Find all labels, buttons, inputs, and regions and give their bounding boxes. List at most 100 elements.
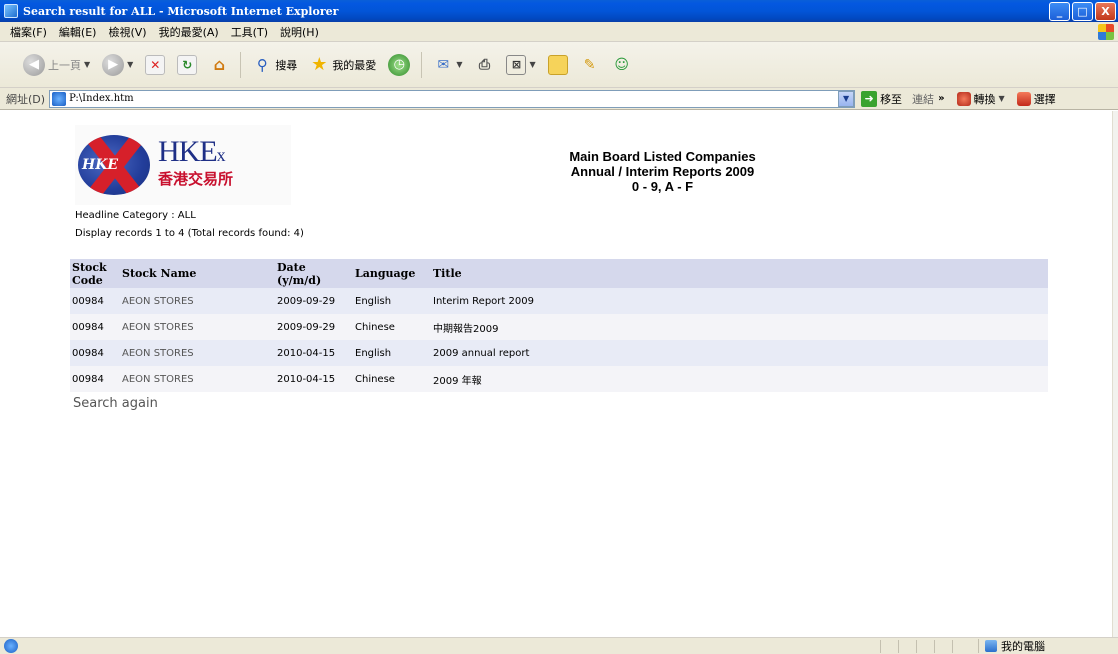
star-icon: ★	[311, 54, 328, 75]
header-language: Language	[353, 259, 431, 288]
maximize-button[interactable]: □	[1072, 1, 1093, 21]
address-dropdown-button[interactable]: ▼	[838, 90, 855, 107]
menu-tools[interactable]: 工具(T)	[231, 24, 268, 40]
search-button[interactable]: ⚲ 搜尋	[249, 50, 300, 80]
cell-stock-code: 00984	[70, 366, 120, 392]
convert-label: 轉換	[973, 92, 996, 106]
home-icon: ⌂	[213, 55, 226, 74]
convert-button[interactable]: 轉換 ▼	[956, 91, 1005, 107]
menu-bar: 檔案(F) 編輯(E) 檢視(V) 我的最愛(A) 工具(T) 說明(H)	[0, 22, 1118, 42]
security-zone: 我的電腦	[978, 639, 1045, 653]
windows-logo-icon	[1098, 24, 1114, 40]
display-records: Display records 1 to 4 (Total records fo…	[75, 228, 304, 239]
table-row: 00984 AEON STORES 2010-04-15 Chinese 200…	[70, 366, 1048, 392]
stop-button[interactable]: ✕	[142, 50, 168, 80]
menu-help[interactable]: 說明(H)	[280, 24, 319, 40]
cell-date: 2009-09-29	[275, 314, 353, 340]
research-button[interactable]: ✎	[577, 50, 603, 80]
stop-icon: ✕	[145, 54, 166, 75]
header-stock-code: Stock Code	[70, 259, 120, 288]
title-bar: Search result for ALL - Microsoft Intern…	[0, 0, 1118, 22]
cell-title-link[interactable]: 2009 年報	[431, 366, 1048, 392]
mail-button[interactable]: ✉ ▼	[430, 50, 465, 80]
folder-button[interactable]	[545, 50, 571, 80]
go-label: 移至	[880, 92, 903, 106]
menu-edit[interactable]: 編輯(E)	[59, 24, 97, 40]
address-bar: 網址(D) P:\Index.htm ▼ ➜ 移至 連結 » 轉換 ▼ 選擇	[0, 88, 1118, 110]
forward-arrow-icon: ▶	[102, 53, 125, 76]
cell-date: 2009-09-29	[275, 288, 353, 314]
printer-icon: ⎙	[478, 56, 491, 73]
title-line-2: Annual / Interim Reports 2009	[570, 164, 755, 179]
go-arrow-icon: ➜	[861, 90, 878, 107]
cell-language: English	[353, 288, 431, 314]
logo-chinese-name: 香港交易所	[158, 170, 234, 188]
header-date: Date (y/m/d)	[275, 259, 353, 288]
select-icon	[1016, 91, 1031, 106]
menu-view[interactable]: 檢視(V)	[108, 24, 146, 40]
messenger-button[interactable]: ☺	[609, 50, 635, 80]
table-row: 00984 AEON STORES 2009-09-29 English Int…	[70, 288, 1048, 314]
page-icon	[52, 91, 67, 106]
chevron-down-icon: ▼	[84, 60, 91, 69]
cell-title-link[interactable]: 2009 annual report	[431, 340, 1048, 366]
logo-brand: HKEx	[158, 135, 226, 168]
forward-button[interactable]: ▶ ▼	[99, 50, 136, 80]
menu-file[interactable]: 檔案(F)	[10, 24, 47, 40]
cell-date: 2010-04-15	[275, 366, 353, 392]
cell-stock-name: AEON STORES	[120, 340, 275, 366]
refresh-button[interactable]: ↻	[174, 50, 200, 80]
refresh-icon: ↻	[177, 54, 198, 75]
close-button[interactable]: X	[1095, 1, 1116, 21]
headline-category: Headline Category : ALL	[75, 210, 196, 221]
cell-stock-name: AEON STORES	[120, 314, 275, 340]
address-label: 網址(D)	[6, 92, 46, 106]
go-button[interactable]: ➜ 移至	[861, 90, 903, 107]
cell-stock-name: AEON STORES	[120, 288, 275, 314]
chevron-down-icon: ▼	[998, 94, 1005, 103]
favorites-button[interactable]: ★ 我的最愛	[306, 50, 379, 80]
cell-stock-code: 00984	[70, 314, 120, 340]
report-title: Main Board Listed Companies Annual / Int…	[500, 149, 825, 194]
status-panes	[880, 640, 970, 653]
convert-icon	[956, 91, 971, 106]
title-line-1: Main Board Listed Companies	[569, 149, 756, 164]
cell-language: English	[353, 340, 431, 366]
address-input[interactable]: P:\Index.htm ▼	[49, 89, 856, 108]
home-button[interactable]: ⌂	[206, 50, 232, 80]
toolbar-separator	[240, 51, 242, 78]
header-stock-name: Stock Name	[120, 259, 275, 288]
print-button[interactable]: ⎙	[471, 50, 497, 80]
menu-favorites[interactable]: 我的最愛(A)	[159, 24, 219, 40]
edit-button[interactable]: ⊠ ▼	[503, 50, 538, 80]
cell-stock-name: AEON STORES	[120, 366, 275, 392]
toolbar: ◀ 上一頁 ▼ ▶ ▼ ✕ ↻ ⌂ ⚲ 搜尋 ★ 我的最愛 ◷ ✉ ▼ ⎙ ⊠ …	[0, 42, 1118, 88]
cell-stock-code: 00984	[70, 288, 120, 314]
vertical-scrollbar[interactable]	[1112, 111, 1118, 637]
table-header-row: Stock Code Stock Name Date (y/m/d) Langu…	[70, 259, 1048, 288]
page-content: HKE HKEx 香港交易所 Main Board Listed Compani…	[0, 111, 1112, 637]
chevron-down-icon: ▼	[127, 60, 134, 69]
chevron-down-icon: ▼	[529, 60, 536, 69]
title-line-3: 0 - 9, A - F	[631, 179, 694, 194]
back-button[interactable]: ◀ 上一頁 ▼	[20, 50, 93, 80]
ie-app-icon[interactable]	[4, 4, 18, 18]
messenger-icon: ☺	[614, 56, 629, 73]
cell-language: Chinese	[353, 314, 431, 340]
cell-title-link[interactable]: 中期報告2009	[431, 314, 1048, 340]
cell-title-link[interactable]: Interim Report 2009	[431, 288, 1048, 314]
links-label[interactable]: 連結	[912, 91, 934, 107]
status-bar: 我的電腦	[0, 637, 1118, 654]
search-icon: ⚲	[256, 55, 268, 74]
table-row: 00984 AEON STORES 2010-04-15 English 200…	[70, 340, 1048, 366]
select-button[interactable]: 選擇	[1016, 91, 1056, 107]
toolbar-separator	[421, 51, 423, 78]
minimize-button[interactable]: _	[1049, 1, 1070, 21]
search-again-link[interactable]: Search again	[73, 396, 158, 411]
history-button[interactable]: ◷	[385, 50, 413, 80]
select-label: 選擇	[1033, 92, 1056, 106]
history-icon: ◷	[388, 53, 411, 76]
hkex-logo: HKE HKEx 香港交易所	[75, 125, 291, 205]
back-label: 上一頁	[48, 58, 81, 72]
links-chevron-icon[interactable]: »	[938, 93, 944, 104]
